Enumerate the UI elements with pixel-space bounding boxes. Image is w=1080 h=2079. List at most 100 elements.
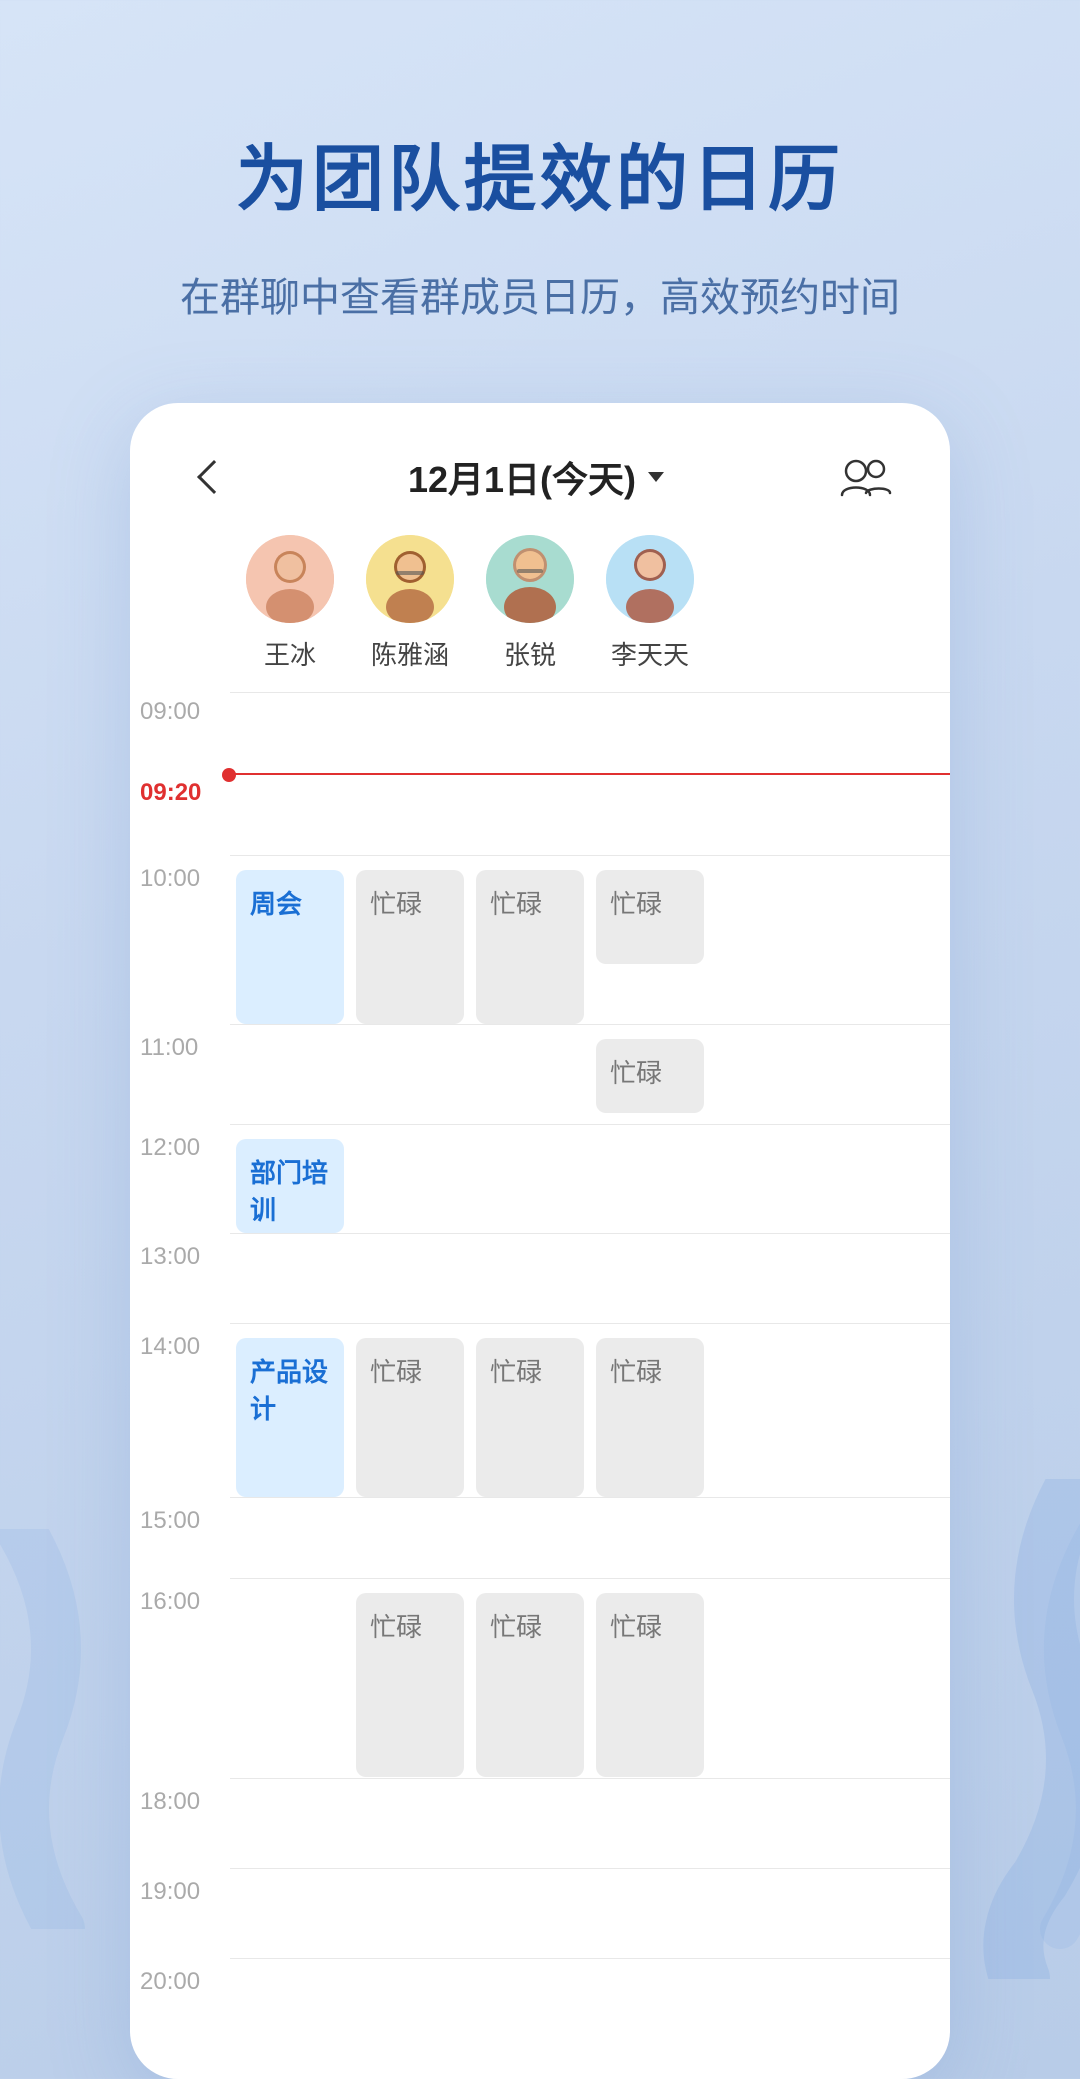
deco-wave-right xyxy=(900,1479,1080,1979)
person-col-2 xyxy=(350,1133,470,1213)
event-label: 忙碌 xyxy=(610,1607,662,1644)
event-block-busy[interactable]: 忙碌 xyxy=(476,1593,584,1777)
event-label: 忙碌 xyxy=(490,1352,542,1389)
page-container: 为团队提效的日历 在群聊中查看群成员日历，高效预约时间 12月1日(今天) xyxy=(0,0,1080,2079)
person-col-4 xyxy=(590,1498,710,1578)
time-col: 09:20 xyxy=(130,773,230,855)
event-block-busy[interactable]: 忙碌 xyxy=(596,870,704,964)
event-label: 忙碌 xyxy=(370,1607,422,1644)
person-col-1 xyxy=(230,1779,350,1868)
time-row-1300: 13:00 xyxy=(130,1233,950,1323)
person-col-2: 忙碌 xyxy=(350,1587,470,1777)
event-label: 忙碌 xyxy=(610,884,662,921)
person-col-1: 部门培训 xyxy=(230,1133,350,1233)
time-label: 14:00 xyxy=(130,1333,200,1361)
event-label: 忙碌 xyxy=(610,1352,662,1389)
member-item: 王冰 xyxy=(230,535,350,672)
time-label: 11:00 xyxy=(130,1034,198,1062)
avatar xyxy=(366,535,454,623)
time-label: 12:00 xyxy=(130,1134,200,1162)
person-col-4: 忙碌 xyxy=(590,1033,710,1113)
event-block-dept-training[interactable]: 部门培训 xyxy=(236,1139,344,1233)
person-col-2 xyxy=(350,1779,470,1868)
person-col-1 xyxy=(230,1587,350,1667)
time-col: 14:00 xyxy=(130,1323,230,1361)
person-col-2 xyxy=(350,1033,470,1113)
person-col-3 xyxy=(470,1498,590,1578)
member-name: 张锐 xyxy=(504,635,556,672)
member-item: 李天天 xyxy=(590,535,710,672)
person-col-4: 忙碌 xyxy=(590,1587,710,1777)
event-label: 周会 xyxy=(250,884,302,921)
time-row-1500: 15:00 xyxy=(130,1497,950,1578)
grid-area: 忙碌 忙碌 忙碌 xyxy=(230,1578,950,1777)
time-row-2000: 20:00 xyxy=(130,1958,950,2039)
person-col-4 xyxy=(590,1133,710,1213)
avatar xyxy=(246,535,334,623)
grid-area xyxy=(230,1233,950,1323)
grid-area: 周会 忙碌 忙碌 xyxy=(230,855,950,1024)
time-col: 09:00 xyxy=(130,692,230,773)
time-col: 13:00 xyxy=(130,1233,230,1323)
event-block-weekly-meeting[interactable]: 周会 xyxy=(236,870,344,1024)
person-col-3 xyxy=(470,1779,590,1868)
time-row-0900: 09:00 xyxy=(130,692,950,773)
event-block-busy[interactable]: 忙碌 xyxy=(596,1338,704,1497)
person-col-3 xyxy=(470,1234,590,1323)
event-block-busy[interactable]: 忙碌 xyxy=(476,870,584,1024)
grid-area: 产品设计 忙碌 忙碌 忙碌 xyxy=(230,1323,950,1497)
event-label: 部门培训 xyxy=(250,1153,330,1227)
person-col-3: 忙碌 xyxy=(470,864,590,1024)
person-col-2: 忙碌 xyxy=(350,1332,470,1497)
group-members-button[interactable] xyxy=(838,453,894,501)
person-col-3: 忙碌 xyxy=(470,1332,590,1497)
event-label: 忙碌 xyxy=(370,884,422,921)
person-col-3 xyxy=(470,693,590,773)
back-button[interactable] xyxy=(186,453,234,501)
person-col-4: 忙碌 xyxy=(590,1332,710,1497)
calendar-card: 12月1日(今天) xyxy=(130,403,950,2079)
event-block-busy[interactable]: 忙碌 xyxy=(356,870,464,1024)
person-col-3: 忙碌 xyxy=(470,1587,590,1777)
event-block-busy[interactable]: 忙碌 xyxy=(356,1338,464,1497)
grid-area: 部门培训 xyxy=(230,1124,950,1233)
date-title[interactable]: 12月1日(今天) xyxy=(408,451,664,503)
event-block-busy[interactable]: 忙碌 xyxy=(596,1593,704,1777)
grid-area xyxy=(230,1958,950,2039)
person-col-4 xyxy=(590,1959,710,2039)
event-block-busy[interactable]: 忙碌 xyxy=(596,1039,704,1113)
member-name: 陈雅涵 xyxy=(371,635,449,672)
hero-title: 为团队提效的日历 xyxy=(236,120,844,225)
person-col-2 xyxy=(350,1234,470,1323)
grid-area xyxy=(230,1778,950,1868)
member-name: 王冰 xyxy=(264,635,316,672)
time-row-1900: 19:00 xyxy=(130,1868,950,1958)
event-label: 忙碌 xyxy=(610,1053,662,1090)
current-time-line xyxy=(230,773,950,855)
member-name: 李天天 xyxy=(611,635,689,672)
event-block-product-design[interactable]: 产品设计 xyxy=(236,1338,344,1497)
member-item: 张锐 xyxy=(470,535,590,672)
event-block-busy[interactable]: 忙碌 xyxy=(356,1593,464,1777)
time-label: 10:00 xyxy=(130,865,200,893)
grid-area xyxy=(230,692,950,773)
grid-area: 忙碌 xyxy=(230,1024,950,1113)
event-block-busy[interactable]: 忙碌 xyxy=(476,1338,584,1497)
person-col-3 xyxy=(470,1869,590,1958)
person-col-1 xyxy=(230,1498,350,1578)
time-row-1600: 16:00 忙碌 忙碌 xyxy=(130,1578,950,1778)
person-col-1: 周会 xyxy=(230,864,350,1024)
time-row-1400: 14:00 产品设计 忙碌 忙碌 xyxy=(130,1323,950,1497)
members-row: 王冰 陈雅涵 xyxy=(230,535,950,692)
person-col-4 xyxy=(590,693,710,773)
current-time-label: 09:20 xyxy=(130,779,201,807)
person-col-3 xyxy=(470,1033,590,1113)
person-col-1 xyxy=(230,1033,350,1113)
grid-area xyxy=(230,1497,950,1578)
person-col-2 xyxy=(350,775,470,855)
time-label: 09:00 xyxy=(130,698,200,726)
person-col-4 xyxy=(590,1779,710,1868)
person-col-2: 忙碌 xyxy=(350,864,470,1024)
grid-area xyxy=(230,1868,950,1958)
person-col-1 xyxy=(230,1234,350,1323)
